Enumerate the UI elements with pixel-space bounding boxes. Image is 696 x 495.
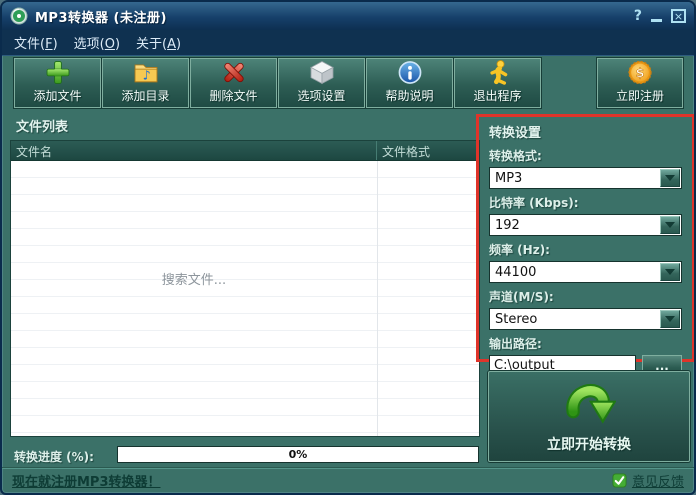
folder-music-icon: ♪ <box>131 59 161 86</box>
channel-select[interactable]: Stereo <box>489 308 682 330</box>
add-directory-button[interactable]: ♪ 添加目录 <box>102 58 189 108</box>
register-now-link[interactable]: 现在就注册MP3转换器！ <box>12 471 161 490</box>
chevron-down-icon <box>665 316 675 322</box>
search-files-placeholder: 搜索文件... <box>11 269 377 288</box>
file-list-body: 搜索文件... <box>11 161 479 436</box>
gold-coin-icon: $ <box>625 59 655 86</box>
add-plus-icon <box>43 59 73 86</box>
bitrate-dropdown-button[interactable] <box>660 216 680 234</box>
chevron-down-icon <box>665 269 675 275</box>
toolbar-label: 立即注册 <box>616 87 664 104</box>
cube-icon <box>307 59 337 86</box>
column-header-format[interactable]: 文件格式 <box>377 141 479 160</box>
menu-file[interactable]: 文件(F) <box>14 33 58 52</box>
bitrate-value: 192 <box>490 218 660 233</box>
column-separator <box>377 161 378 436</box>
format-label: 转换格式: <box>489 147 682 164</box>
svg-text:♪: ♪ <box>142 67 150 82</box>
output-path-label: 输出路径: <box>489 335 682 352</box>
toolbar-label: 添加目录 <box>121 87 169 104</box>
svg-text:$: $ <box>636 65 645 80</box>
bitrate-select[interactable]: 192 <box>489 214 682 236</box>
delete-x-icon <box>219 59 249 86</box>
conversion-settings-panel: 转换设置 转换格式: MP3 比特率 (Kbps): 192 频率 (Hz): … <box>476 114 695 362</box>
add-file-button[interactable]: 添加文件 <box>14 58 101 108</box>
frequency-dropdown-button[interactable] <box>660 263 680 281</box>
bitrate-label: 比特率 (Kbps): <box>489 194 682 211</box>
delete-file-button[interactable]: 删除文件 <box>190 58 277 108</box>
app-logo-icon <box>10 7 28 25</box>
toolbar-label: 选项设置 <box>297 87 345 104</box>
start-conversion-label: 立即开始转换 <box>547 434 631 454</box>
options-button[interactable]: 选项设置 <box>278 58 365 108</box>
channel-dropdown-button[interactable] <box>660 310 680 328</box>
toolbar-label: 帮助说明 <box>385 87 433 104</box>
chevron-down-icon <box>665 175 675 181</box>
file-list-table: 文件名 文件格式 搜索文件... <box>10 140 480 437</box>
close-button[interactable]: × <box>671 9 686 23</box>
menu-about[interactable]: 关于(A) <box>136 33 181 52</box>
minimize-button[interactable] <box>651 11 662 22</box>
app-window: MP3转换器 (未注册) ? × 文件(F) 选项(O) 关于(A) 添加文件 <box>0 0 696 495</box>
progress-label: 转换进度 (%): <box>14 448 94 465</box>
menu-bar: 文件(F) 选项(O) 关于(A) <box>2 30 694 56</box>
column-header-filename[interactable]: 文件名 <box>11 141 377 160</box>
toolbar-label: 删除文件 <box>209 87 257 104</box>
exit-button[interactable]: 退出程序 <box>454 58 541 108</box>
status-bar: 现在就注册MP3转换器！ 意见反馈 <box>2 467 694 493</box>
file-list-header: 文件名 文件格式 <box>11 141 479 161</box>
frequency-label: 频率 (Hz): <box>489 241 682 258</box>
start-conversion-button[interactable]: 立即开始转换 <box>488 371 690 462</box>
progress-value: 0% <box>118 447 478 462</box>
help-button[interactable]: ? <box>634 9 642 23</box>
green-down-arrow-icon <box>562 380 616 430</box>
toolbar-label: 退出程序 <box>473 87 521 104</box>
frequency-value: 44100 <box>490 265 660 280</box>
window-title: MP3转换器 (未注册) <box>35 7 167 26</box>
title-bar: MP3转换器 (未注册) ? × <box>2 2 694 30</box>
file-list-title: 文件列表 <box>16 116 68 135</box>
format-select[interactable]: MP3 <box>489 167 682 189</box>
info-icon <box>395 59 425 86</box>
format-value: MP3 <box>490 171 660 186</box>
green-check-icon <box>612 473 627 488</box>
frequency-select[interactable]: 44100 <box>489 261 682 283</box>
channel-label: 声道(M/S): <box>489 288 682 305</box>
register-button[interactable]: $ 立即注册 <box>597 58 683 108</box>
help-toolbar-button[interactable]: 帮助说明 <box>366 58 453 108</box>
toolbar-label: 添加文件 <box>33 87 81 104</box>
channel-value: Stereo <box>490 312 660 327</box>
feedback-link[interactable]: 意见反馈 <box>632 471 684 490</box>
settings-title: 转换设置 <box>489 122 682 141</box>
progress-bar: 0% <box>117 446 479 463</box>
chevron-down-icon <box>665 222 675 228</box>
exit-runner-icon <box>483 59 513 86</box>
menu-options[interactable]: 选项(O) <box>74 33 120 52</box>
format-dropdown-button[interactable] <box>660 169 680 187</box>
